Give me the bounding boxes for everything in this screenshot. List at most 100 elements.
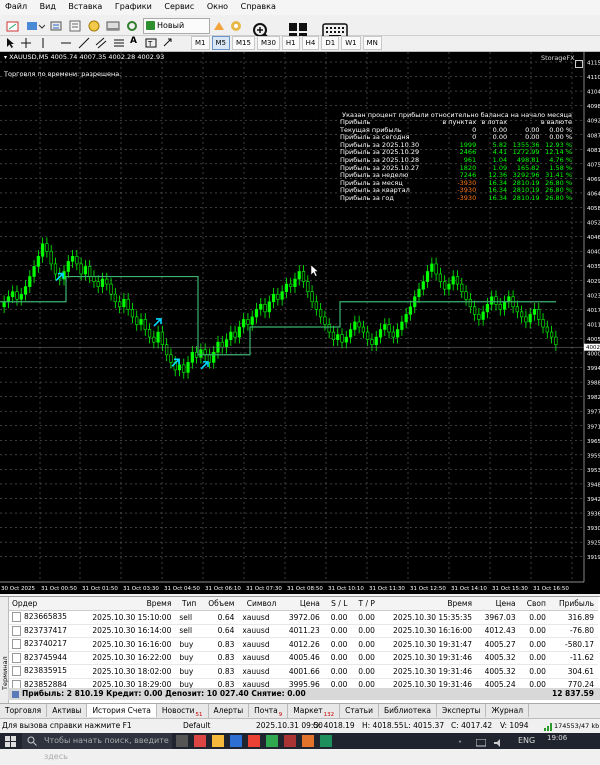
timeframe-w1[interactable]: W1	[341, 36, 361, 50]
history-row[interactable]: 823835915 2025.10.30 18:02:00 buy 0.83 xauus…	[8, 664, 598, 679]
channel-icon[interactable]	[95, 37, 107, 51]
tab-1[interactable]: Активы	[47, 704, 88, 717]
cursor-icon[interactable]	[5, 37, 15, 51]
navigator-icon[interactable]	[85, 18, 103, 34]
tab-9[interactable]: Эксперты	[437, 704, 487, 717]
menu-help[interactable]: Справка	[236, 0, 281, 13]
candle-body	[417, 288, 421, 298]
history-col-header[interactable]: Своп	[519, 597, 550, 611]
timeframe-h1[interactable]: H1	[281, 36, 300, 50]
app-icon-chrome[interactable]	[248, 735, 260, 747]
price-tick-label: 4081	[587, 148, 600, 154]
menu-tools[interactable]: Сервис	[159, 0, 199, 13]
label-tool-icon[interactable]: T	[145, 37, 157, 51]
menu-charts[interactable]: Графики	[110, 0, 157, 13]
price-chart[interactable]: 4115 4110 4104 4098 4092 4087 4081 4075 4069 4064…	[0, 52, 600, 594]
price-tick-label: 3942	[587, 497, 600, 503]
history-col-header[interactable]: S / L	[323, 597, 352, 611]
profiles-icon[interactable]	[24, 18, 46, 34]
candle-body	[378, 329, 383, 338]
timeframe-m30[interactable]: M30	[256, 36, 280, 50]
timeframe-m15[interactable]: M15	[232, 36, 255, 50]
clock-time[interactable]: 19:06	[547, 730, 567, 746]
menu-insert[interactable]: Вставка	[63, 0, 107, 13]
candle-body	[139, 319, 143, 325]
app-icon-terminal[interactable]	[266, 735, 278, 747]
menu-file[interactable]: Файл	[0, 0, 32, 13]
history-row[interactable]: 823665835 2025.10.30 15:10:00 sell 0.64 xauu…	[8, 610, 598, 625]
history-col-header[interactable]: Тип	[175, 597, 201, 611]
tab-8[interactable]: Библиотека	[379, 704, 437, 717]
history-cell-order: 823740217	[8, 637, 79, 652]
taskbar-search-box[interactable]: Чтобы начать поиск, введите здесь	[22, 733, 172, 761]
tab-7[interactable]: Статьи	[340, 704, 379, 717]
status-bar: Для вызова справки нажмите F1 Default 20…	[0, 718, 600, 733]
history-col-header[interactable]: T / P	[351, 597, 379, 611]
fibo-icon[interactable]	[113, 37, 125, 51]
candle-body	[96, 281, 100, 287]
trendline-icon[interactable]	[78, 37, 90, 51]
timeframe-mn[interactable]: MN	[362, 36, 382, 50]
price-tick-label: 3930	[587, 526, 600, 532]
app-icon-tool[interactable]	[302, 735, 314, 747]
history-cell: buy	[175, 664, 201, 679]
timeframe-d1[interactable]: D1	[321, 36, 340, 50]
metaeditor-icon[interactable]	[211, 18, 227, 34]
market-watch-icon[interactable]	[47, 18, 65, 34]
time-tick-label: 31 Oct 03:30	[123, 586, 159, 592]
windows-start-icon[interactable]	[5, 736, 16, 753]
new-chart-icon[interactable]	[4, 18, 24, 34]
text-tool-icon[interactable]: A	[130, 36, 137, 46]
tab-4[interactable]: Алерты	[209, 704, 250, 717]
tab-0[interactable]: Торговля	[0, 704, 48, 717]
history-row[interactable]: 823737417 2025.10.30 16:14:00 sell 0.64 xauu…	[8, 624, 598, 638]
data-window-icon[interactable]	[66, 18, 84, 34]
candle-body	[357, 321, 361, 328]
tester-icon[interactable]	[123, 18, 141, 34]
crosshair-icon[interactable]	[20, 37, 32, 51]
order-icon	[12, 652, 21, 663]
history-row[interactable]: 823745944 2025.10.30 16:22:00 buy 0.83 xauus…	[8, 651, 598, 665]
candle-body	[11, 291, 15, 298]
arrows-tool-icon[interactable]	[162, 37, 174, 51]
status-profile[interactable]: Default	[183, 719, 210, 733]
language-indicator[interactable]: ENG	[518, 733, 535, 749]
history-col-header[interactable]: Время	[78, 597, 176, 611]
history-col-header[interactable]: Объем	[200, 597, 239, 611]
history-cell: 0.00	[323, 664, 352, 679]
history-row[interactable]: 823740217 2025.10.30 16:16:00 buy 0.83 xauus…	[8, 637, 598, 652]
candle-body	[297, 271, 301, 280]
task-view-icon[interactable]	[176, 735, 188, 747]
stats-row: Прибыль за год -3930 16.34 2810.19 26.80 %	[340, 194, 572, 203]
candle-body	[246, 319, 250, 325]
vertical-line-icon[interactable]	[38, 37, 48, 51]
app-icon-mt4[interactable]	[320, 735, 332, 747]
terminal-icon[interactable]	[104, 18, 122, 34]
history-col-header[interactable]: Ордер	[8, 597, 79, 611]
tab-10[interactable]: Журнал	[486, 704, 530, 717]
menu-window[interactable]: Окно	[202, 0, 233, 13]
timeframe-m1[interactable]: M1	[191, 36, 210, 50]
app-icon-pdf[interactable]	[284, 735, 296, 747]
network-icon[interactable]	[475, 737, 487, 753]
history-col-header[interactable]: Символ	[238, 597, 281, 611]
history-col-header[interactable]: Время	[378, 597, 477, 611]
history-cell: 0.00	[323, 610, 352, 625]
tab-label: Новости	[161, 706, 195, 715]
history-col-header[interactable]: Цена	[280, 597, 324, 611]
horizontal-line-icon[interactable]	[60, 37, 72, 51]
timeframe-h4[interactable]: H4	[301, 36, 320, 50]
volume-icon[interactable]	[494, 737, 504, 753]
app-icon-browser[interactable]	[230, 735, 242, 747]
new-order-button[interactable]: Новый ордер	[143, 18, 210, 44]
menu-view[interactable]: Вид	[35, 0, 61, 13]
history-col-header[interactable]: Прибыль	[549, 597, 598, 611]
app-icon-opera[interactable]	[194, 735, 206, 747]
history-cell: 2025.10.30 16:22:00	[78, 651, 176, 665]
tab-2[interactable]: История Счета	[87, 704, 157, 717]
tray-arrow-icon[interactable]: ˄	[458, 737, 462, 753]
timeframe-m5[interactable]: M5	[211, 36, 230, 50]
history-col-header[interactable]: Цена	[476, 597, 520, 611]
app-icon-explorer[interactable]	[212, 735, 224, 747]
autotrading-icon[interactable]	[228, 18, 244, 34]
